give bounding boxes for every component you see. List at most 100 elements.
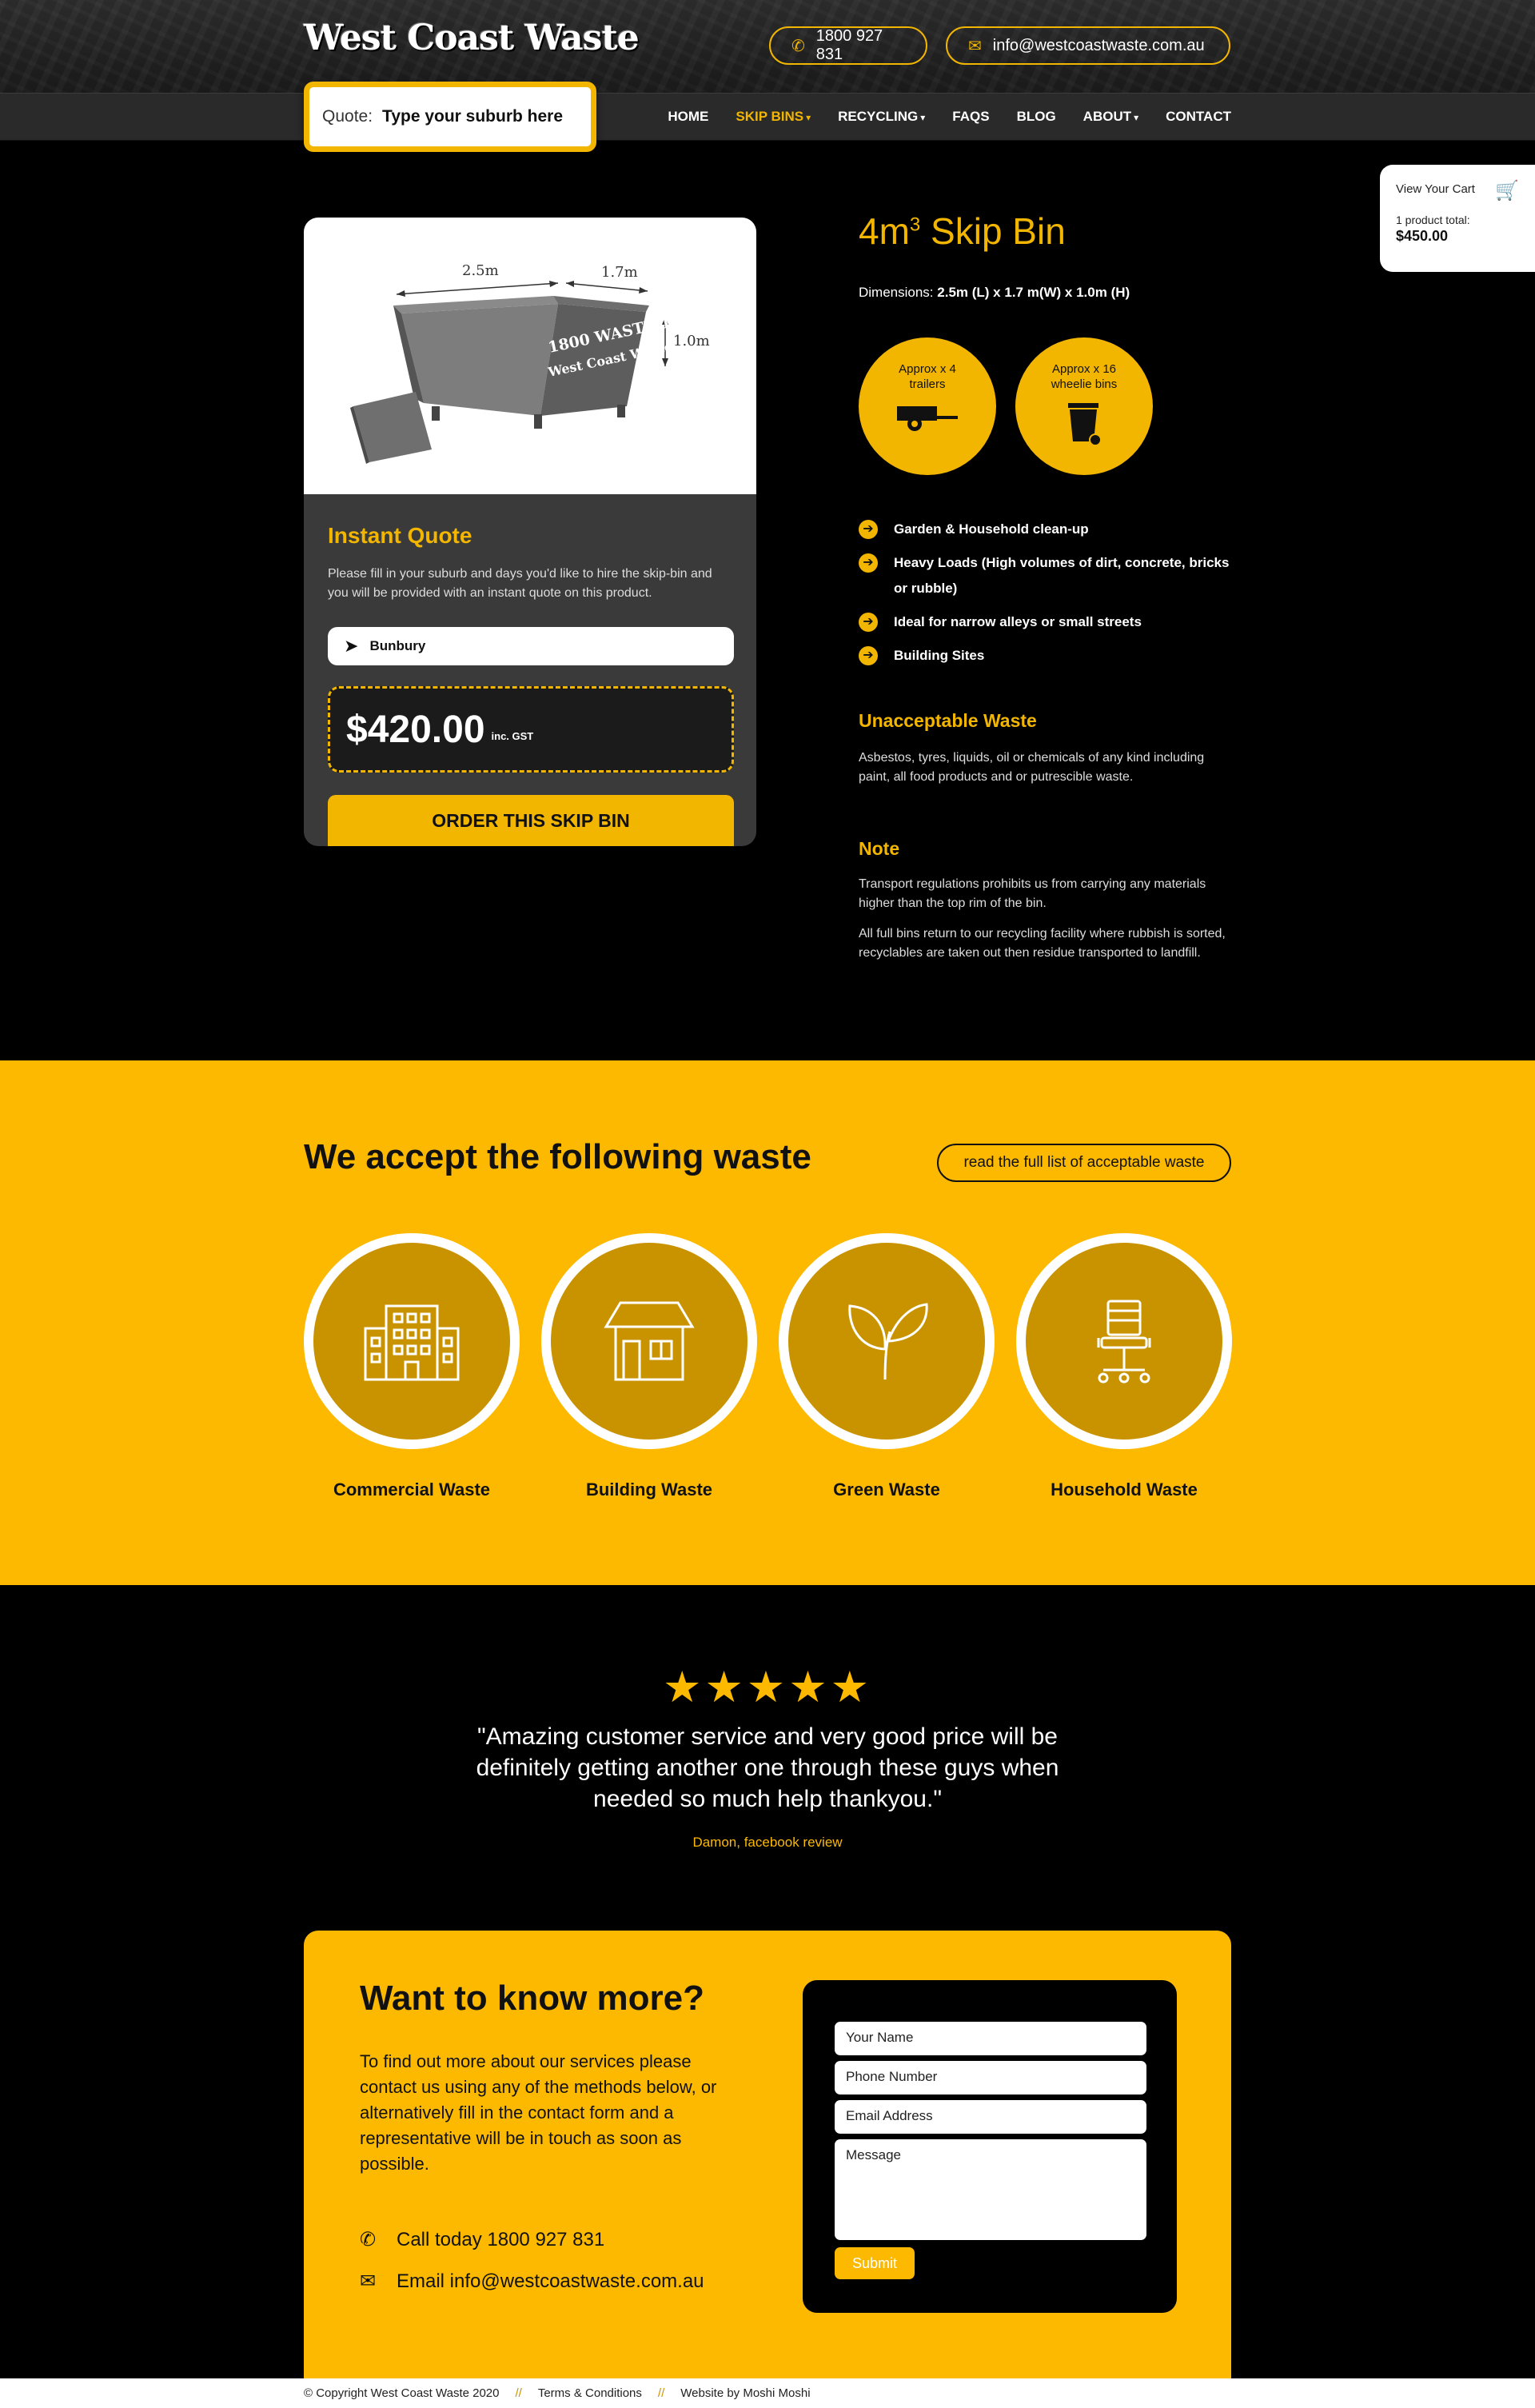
waste-icon-ring	[541, 1233, 757, 1449]
header-phone-label: 1800 927 831	[815, 27, 883, 63]
capacity-wheelie-bins-text: Approx x 16 wheelie bins	[1051, 362, 1118, 391]
unacceptable-title: Unacceptable Waste	[859, 710, 1037, 731]
contact-email-link[interactable]: ✉ Email info@westcoastwaste.com.au	[360, 2270, 704, 2293]
product-card: 2.5m 1.7m 1.0m 1800 WASTE 1 West Coast W…	[304, 218, 756, 846]
site-footer: © Copyright West Coast Waste 2020 // Ter…	[0, 2378, 1535, 2408]
site-logo[interactable]: West Coast Waste	[304, 18, 640, 58]
nav-home[interactable]: HOME	[668, 109, 708, 125]
contact-title: Want to know more?	[360, 1979, 705, 2018]
waste-label: Commercial Waste	[333, 1480, 491, 1500]
dim-height-label: 1.0m	[673, 333, 710, 349]
phone-field[interactable]: Phone Number	[835, 2061, 1146, 2095]
submit-button[interactable]: Submit	[835, 2247, 915, 2279]
nav-about[interactable]: ABOUT ▾	[1083, 109, 1138, 125]
list-item: ➔ Garden & Household clean-up	[859, 517, 1234, 542]
nav-skip-bins[interactable]: SKIP BINS ▾	[736, 109, 811, 125]
cart-icon: 🛒	[1495, 180, 1519, 202]
quote-suburb-input[interactable]: Quote: Type your suburb here	[304, 82, 596, 152]
product-title-main: 4m	[859, 210, 910, 252]
nav-home-label: HOME	[668, 109, 709, 124]
location-arrow-icon: ➤	[344, 636, 359, 656]
phone-icon: ✆	[360, 2229, 377, 2250]
nav-blog[interactable]: BLOG	[1017, 109, 1056, 125]
arrow-right-icon: ➔	[859, 553, 878, 573]
waste-type-green[interactable]: Green Waste	[779, 1233, 995, 1500]
waste-icon-circle	[788, 1243, 985, 1440]
waste-icon-circle	[551, 1243, 748, 1440]
five-star-rating: ★★★★★	[662, 1663, 873, 1711]
waste-icon-ring	[779, 1233, 995, 1449]
nav-contact-label: CONTACT	[1166, 109, 1231, 124]
dim-length-label: 2.5m	[462, 262, 499, 279]
chevron-down-icon: ▾	[1134, 112, 1139, 123]
full-list-link[interactable]: read the full list of acceptable waste	[937, 1144, 1231, 1182]
dim-width-label: 1.7m	[601, 264, 638, 281]
footer-credit-link[interactable]: Website by Moshi Moshi	[680, 2386, 810, 2400]
nav-contact[interactable]: CONTACT	[1166, 109, 1231, 125]
chevron-down-icon: ▾	[920, 112, 926, 123]
list-item: ➔ Heavy Loads (High volumes of dirt, conc…	[859, 550, 1234, 601]
nav-recycling-label: RECYCLING	[838, 109, 919, 124]
envelope-icon: ✉	[360, 2270, 377, 2292]
contact-call-link[interactable]: ✆ Call today 1800 927 831	[360, 2228, 604, 2251]
unacceptable-text: Asbestos, tyres, liquids, oil or chemica…	[859, 751, 1205, 784]
product-dimensions: Dimensions: 2.5m (L) x 1.7 m(W) x 1.0m (…	[859, 285, 1130, 301]
waste-icon-ring	[1016, 1233, 1232, 1449]
header-phone-button[interactable]: ✆ 1800 927 831	[769, 26, 927, 65]
arrow-right-icon: ➔	[859, 520, 878, 539]
feature-text: Ideal for narrow alleys or small streets	[894, 614, 1142, 629]
capacity-trailers-text: Approx x 4 trailers	[899, 362, 956, 391]
cart-subtitle: 1 product total:	[1396, 214, 1470, 226]
waste-icon-circle	[1026, 1243, 1222, 1440]
quote-placeholder: Type your suburb here	[382, 107, 564, 126]
feature-text: Building Sites	[894, 648, 985, 663]
nav-skip-bins-label: SKIP BINS	[736, 109, 804, 124]
price-value: $420.00	[346, 708, 485, 751]
nav-faqs-label: FAQS	[952, 109, 990, 124]
footer-terms-link[interactable]: Terms & Conditions	[538, 2386, 642, 2400]
list-item: ➔ Ideal for narrow alleys or small street…	[859, 609, 1234, 635]
suburb-field[interactable]: ➤ Bunbury	[328, 627, 734, 665]
cart-widget[interactable]: View Your Cart 🛒 1 product total: $450.0…	[1380, 165, 1535, 272]
waste-icon-ring	[304, 1233, 520, 1449]
price-display: $420.00 inc. GST	[328, 686, 734, 773]
accepted-waste-title: We accept the following waste	[304, 1137, 811, 1176]
waste-label: Green Waste	[833, 1480, 940, 1500]
footer-copyright: © Copyright West Coast Waste 2020	[304, 2386, 500, 2400]
dims-label: Dimensions:	[859, 285, 934, 300]
phone-icon: ✆	[791, 37, 805, 55]
capacity-trailers-badge: Approx x 4 trailers	[859, 337, 996, 475]
waste-type-building[interactable]: Building Waste	[541, 1233, 757, 1500]
leaf-icon	[848, 1303, 928, 1380]
testimonial-quote: "Amazing customer service and very good …	[476, 1723, 1059, 1812]
accepted-waste-section: We accept the following waste read the f…	[0, 1060, 1535, 1585]
list-item: ➔ Building Sites	[859, 643, 1234, 669]
feature-text: Heavy Loads (High volumes of dirt, concr…	[894, 555, 1230, 596]
note-text-1: Transport regulations prohibits us from …	[859, 877, 1206, 910]
nav-faqs[interactable]: FAQS	[952, 109, 989, 125]
header-email-label: info@westcoastwaste.com.au	[992, 36, 1205, 54]
chevron-down-icon: ▾	[806, 112, 811, 123]
note-text-2: All full bins return to our recycling fa…	[859, 927, 1226, 960]
name-field[interactable]: Your Name	[835, 2022, 1146, 2055]
nav-recycling[interactable]: RECYCLING ▾	[838, 109, 925, 125]
waste-type-commercial[interactable]: Commercial Waste	[304, 1233, 520, 1500]
waste-icon-circle	[313, 1243, 510, 1440]
product-title-rest: Skip Bin	[920, 210, 1066, 252]
email-field[interactable]: Email Address	[835, 2100, 1146, 2134]
cart-amount: $450.00	[1396, 228, 1449, 244]
main-nav: HOME SKIP BINS ▾ RECYCLING ▾ FAQS BLOG ABO…	[640, 93, 1231, 141]
contact-form: Your Name Phone Number Email Address Mes…	[803, 1980, 1177, 2313]
price-note: inc. GST	[491, 729, 534, 742]
header-email-button[interactable]: ✉ info@westcoastwaste.com.au	[946, 26, 1230, 65]
product-title: 4m3 Skip Bin	[859, 210, 1066, 253]
testimonial-author[interactable]: Damon, facebook review	[0, 1835, 1535, 1851]
arrow-right-icon: ➔	[859, 613, 878, 632]
arrow-right-icon: ➔	[859, 646, 878, 665]
house-icon	[604, 1301, 695, 1381]
message-field[interactable]: Message	[835, 2139, 1146, 2240]
note-title: Note	[859, 838, 900, 859]
order-skip-bin-button[interactable]: ORDER THIS SKIP BIN	[328, 795, 734, 846]
footer-separator: //	[657, 2386, 665, 2400]
waste-type-household[interactable]: Household Waste	[1016, 1233, 1232, 1500]
